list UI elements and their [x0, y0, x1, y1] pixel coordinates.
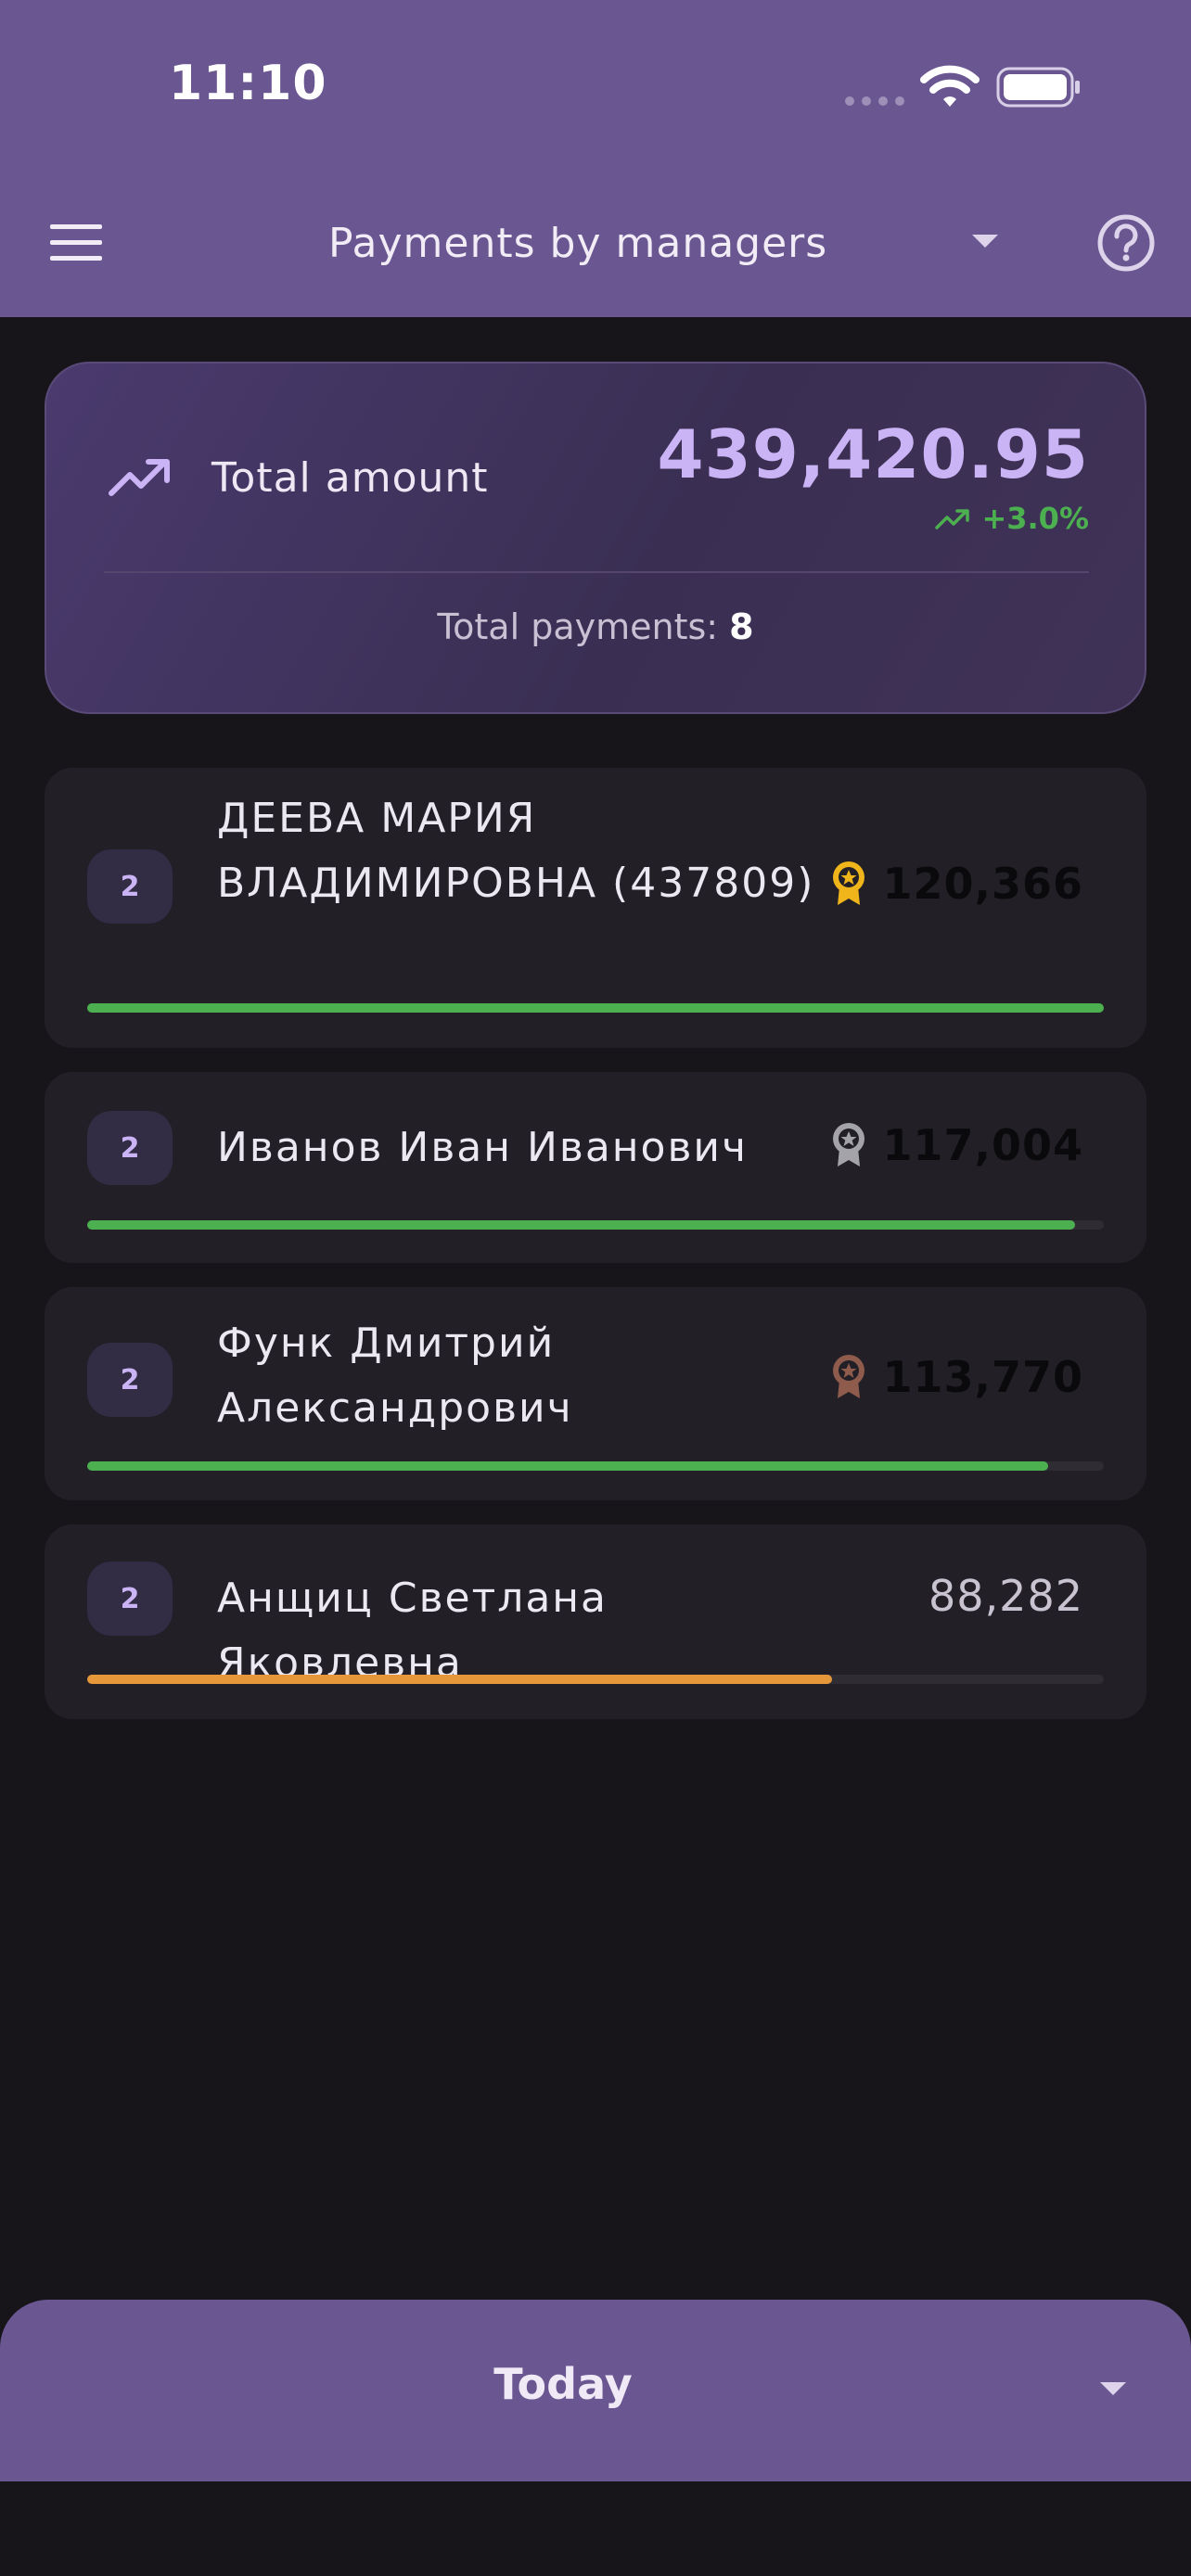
manager-amount: 113,770	[882, 1352, 1083, 1402]
total-payments-label: Total payments:	[437, 606, 719, 647]
app-bar: Payments by managers	[0, 176, 1191, 317]
total-amount-value: 439,420.95	[657, 415, 1089, 493]
managers-list: 2 ДЕЕВА МАРИЯ ВЛАДИМИРОВНА (437809) 120,…	[45, 768, 1146, 1743]
gold-medal-icon	[833, 861, 865, 905]
manager-amount-group: 117,004	[830, 1120, 1083, 1170]
divider	[104, 571, 1089, 573]
bronze-medal-icon	[833, 1355, 865, 1398]
manager-amount: 120,366	[882, 859, 1083, 909]
manager-row[interactable]: 2 Иванов Иван Иванович 117,004	[45, 1072, 1146, 1263]
caret-down-icon	[1100, 2382, 1126, 2395]
manager-row[interactable]: 2 Функ Дмитрий Александрович 113,770	[45, 1287, 1146, 1500]
trending-up-small-icon	[935, 509, 970, 529]
wifi-icon	[920, 65, 980, 107]
period-selector[interactable]: Today	[0, 2300, 1191, 2481]
manager-amount-group: 88,282	[928, 1571, 1083, 1621]
rank-badge: 2	[87, 849, 173, 924]
rank-badge: 2	[87, 1562, 173, 1636]
total-payments: Total payments: 8	[46, 606, 1145, 647]
help-icon[interactable]	[1095, 211, 1158, 274]
caret-down-icon	[972, 235, 998, 248]
manager-row[interactable]: 2 ДЕЕВА МАРИЯ ВЛАДИМИРОВНА (437809) 120,…	[45, 768, 1146, 1048]
rank-badge: 2	[87, 1343, 173, 1417]
progress-track	[87, 1220, 1104, 1230]
trending-up-icon	[109, 459, 170, 496]
manager-amount-group: 113,770	[830, 1352, 1083, 1402]
menu-icon[interactable]	[50, 223, 102, 263]
manager-amount-group: 120,366	[830, 859, 1083, 909]
total-summary-card: Total amount 439,420.95 +3.0% Total paym…	[45, 362, 1146, 714]
progress-fill	[87, 1675, 833, 1684]
report-selector-dropdown[interactable]: Payments by managers	[186, 215, 998, 271]
battery-icon	[996, 67, 1080, 108]
manager-amount: 88,282	[928, 1571, 1083, 1621]
status-bar: 11:10	[0, 0, 1191, 176]
rank-badge: 2	[87, 1111, 173, 1185]
period-label: Today	[493, 2359, 633, 2409]
total-amount-label: Total amount	[211, 454, 489, 502]
manager-row[interactable]: 2 Анщиц Светлана Яковлевна 88,282	[45, 1524, 1146, 1719]
progress-track	[87, 1461, 1104, 1471]
total-payments-value: 8	[729, 606, 754, 647]
cellular-signal-icon	[845, 96, 904, 106]
progress-track	[87, 1675, 1104, 1684]
status-time: 11:10	[169, 56, 327, 111]
progress-track	[87, 1003, 1104, 1013]
change-percent: +3.0%	[981, 501, 1089, 536]
silver-medal-icon	[833, 1123, 865, 1167]
manager-name: ДЕЕВА МАРИЯ ВЛАДИМИРОВНА (437809)	[217, 795, 815, 907]
manager-amount: 117,004	[882, 1120, 1083, 1170]
progress-fill	[87, 1461, 1048, 1471]
change-indicator: +3.0%	[935, 501, 1089, 536]
progress-fill	[87, 1220, 1076, 1230]
manager-name: Иванов Иван Иванович	[217, 1124, 748, 1171]
page-title: Payments by managers	[328, 219, 828, 267]
manager-name: Функ Дмитрий Александрович	[217, 1320, 573, 1432]
progress-fill	[87, 1003, 1104, 1013]
